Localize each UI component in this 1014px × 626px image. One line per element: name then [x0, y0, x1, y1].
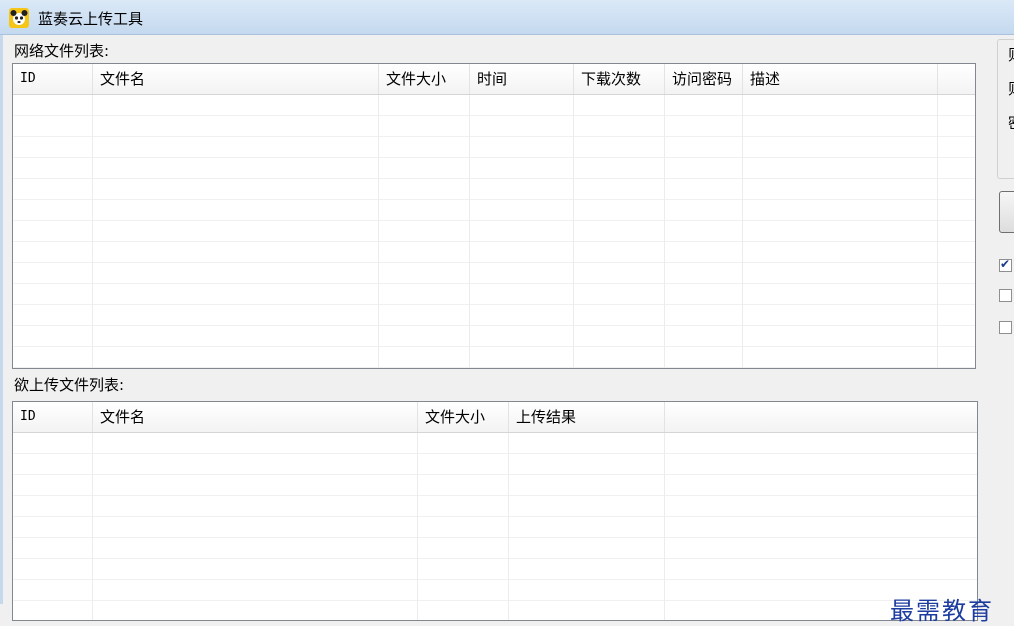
grid-row-line: [13, 178, 975, 179]
column-header-password[interactable]: 访问密码: [665, 64, 743, 94]
upload-list-label: 欲上传文件列表:: [14, 376, 125, 394]
network-list-label: 网络文件列表:: [14, 42, 110, 60]
option-checkbox-3[interactable]: [999, 321, 1012, 334]
column-header-description[interactable]: 描述: [743, 64, 938, 94]
title-bar[interactable]: 蓝奏云上传工具: [0, 0, 1014, 35]
grid-row-line: [13, 516, 977, 517]
grid-column-line: [664, 433, 665, 620]
grid-row-line: [13, 157, 975, 158]
grid-column-line: [417, 433, 418, 620]
grid-row-line: [13, 304, 975, 305]
column-header-filename[interactable]: 文件名: [93, 402, 418, 432]
option-checkbox-1[interactable]: ✔: [999, 257, 1012, 272]
grid-row-line: [13, 325, 975, 326]
upload-file-list[interactable]: ID 文件名 文件大小 上传结果: [12, 401, 978, 621]
option-checkbox-2[interactable]: [999, 289, 1012, 302]
grid-column-line: [92, 95, 93, 368]
column-header-id[interactable]: ID: [13, 64, 93, 94]
grid-row-line: [13, 115, 975, 116]
grid-row-line: [13, 367, 975, 368]
account-field-label: 则: [1008, 78, 1014, 99]
account-label: 则: [1008, 44, 1014, 65]
grid-column-line: [508, 433, 509, 620]
checkmark-icon: ✔: [1000, 257, 1011, 271]
grid-row-line: [13, 600, 977, 601]
grid-row-line: [13, 241, 975, 242]
grid-row-line: [13, 579, 977, 580]
grid-row-line: [13, 453, 977, 454]
grid-row-line: [13, 537, 977, 538]
grid-column-line: [469, 95, 470, 368]
grid-column-line: [937, 95, 938, 368]
column-header-downloads[interactable]: 下载次数: [574, 64, 665, 94]
grid-row-line: [13, 346, 975, 347]
account-panel: 则 则 密 ✔: [995, 35, 1014, 604]
column-header-filler: [938, 64, 975, 94]
column-header-time[interactable]: 时间: [470, 64, 574, 94]
grid-column-line: [573, 95, 574, 368]
grid-row-line: [13, 474, 977, 475]
column-header-filename[interactable]: 文件名: [93, 64, 379, 94]
grid-row-line: [13, 136, 975, 137]
column-header-filesize[interactable]: 文件大小: [379, 64, 470, 94]
grid-column-line: [378, 95, 379, 368]
grid-row-line: [13, 283, 975, 284]
grid-row-line: [13, 220, 975, 221]
column-header-filesize[interactable]: 文件大小: [418, 402, 509, 432]
window-left-edge: [0, 35, 3, 604]
column-header-upload-result[interactable]: 上传结果: [509, 402, 665, 432]
network-file-list[interactable]: ID 文件名 文件大小 时间 下载次数 访问密码 描述: [12, 63, 976, 369]
upload-list-rows: [13, 433, 977, 620]
column-header-filler: [665, 402, 977, 432]
account-groupbox: 则 则 密: [997, 39, 1014, 179]
column-header-id[interactable]: ID: [13, 402, 93, 432]
grid-column-line: [92, 433, 93, 620]
grid-column-line: [742, 95, 743, 368]
login-button[interactable]: [999, 191, 1014, 233]
network-list-header: ID 文件名 文件大小 时间 下载次数 访问密码 描述: [13, 64, 975, 95]
grid-row-line: [13, 262, 975, 263]
upload-list-header: ID 文件名 文件大小 上传结果: [13, 402, 977, 433]
password-label: 密: [1008, 112, 1014, 133]
panda-app-icon: [9, 8, 29, 28]
window-title: 蓝奏云上传工具: [38, 10, 144, 28]
window-body: 网络文件列表: ID 文件名 文件大小 时间 下载次数 访问密码 描述 欲上传文…: [0, 35, 1014, 625]
grid-column-line: [664, 95, 665, 368]
grid-row-line: [13, 558, 977, 559]
watermark-text: 最需教育: [890, 597, 994, 625]
grid-row-line: [13, 199, 975, 200]
network-list-rows: [13, 95, 975, 368]
grid-row-line: [13, 495, 977, 496]
